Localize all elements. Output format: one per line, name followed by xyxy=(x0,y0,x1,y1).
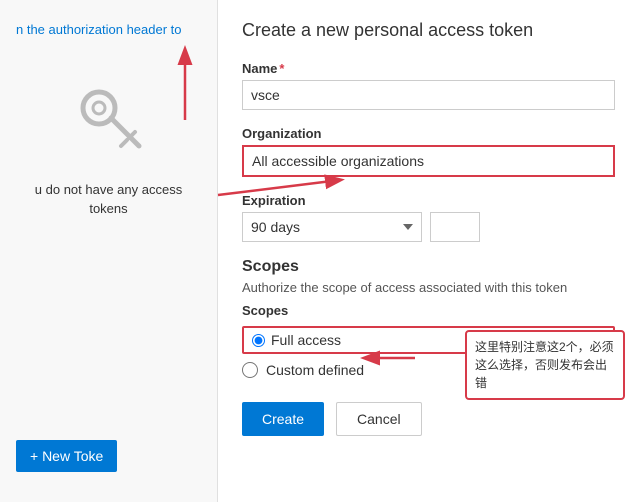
scopes-desc: Authorize the scope of access associated… xyxy=(242,280,615,295)
sidebar-bottom-text: u do not have any access tokens xyxy=(16,180,201,219)
main-content: Create a new personal access token Name*… xyxy=(218,0,639,502)
new-token-button-label: + New Toke xyxy=(30,448,103,464)
cancel-button[interactable]: Cancel xyxy=(336,402,422,436)
expiration-select[interactable]: 90 days 30 days 60 days Custom xyxy=(242,212,422,242)
org-label: Organization xyxy=(242,126,615,141)
scopes-label: Scopes xyxy=(242,303,615,318)
expiration-row: 90 days 30 days 60 days Custom xyxy=(242,212,615,242)
custom-defined-radio[interactable] xyxy=(242,362,258,378)
name-label: Name* xyxy=(242,61,615,76)
full-access-option[interactable]: Full access xyxy=(242,326,615,354)
sidebar-auth-text: n the authorization header to xyxy=(16,20,201,40)
full-access-radio[interactable] xyxy=(252,334,265,347)
name-input[interactable] xyxy=(242,80,615,110)
custom-defined-option[interactable]: Custom defined xyxy=(242,362,615,378)
scopes-title: Scopes xyxy=(242,258,615,276)
key-icon xyxy=(69,80,149,160)
expiration-field-group: Expiration 90 days 30 days 60 days Custo… xyxy=(242,193,615,242)
expiration-label: Expiration xyxy=(242,193,615,208)
org-field-group: Organization xyxy=(242,126,615,177)
required-indicator: * xyxy=(279,61,284,76)
create-button[interactable]: Create xyxy=(242,402,324,436)
scopes-radio-group: Full access Custom defined xyxy=(242,326,615,378)
new-token-button[interactable]: + New Toke xyxy=(16,440,117,472)
scopes-section: Scopes Authorize the scope of access ass… xyxy=(242,258,615,378)
full-access-label: Full access xyxy=(271,332,341,348)
action-buttons: Create Cancel xyxy=(242,402,615,436)
custom-defined-label: Custom defined xyxy=(266,362,364,378)
sidebar: n the authorization header to u do not h… xyxy=(0,0,218,502)
name-field-group: Name* xyxy=(242,61,615,110)
name-label-text: Name xyxy=(242,61,277,76)
sidebar-icon-area: u do not have any access tokens xyxy=(16,80,201,219)
org-input[interactable] xyxy=(242,145,615,177)
page-title: Create a new personal access token xyxy=(242,20,615,41)
expiration-extra-input[interactable] xyxy=(430,212,480,242)
